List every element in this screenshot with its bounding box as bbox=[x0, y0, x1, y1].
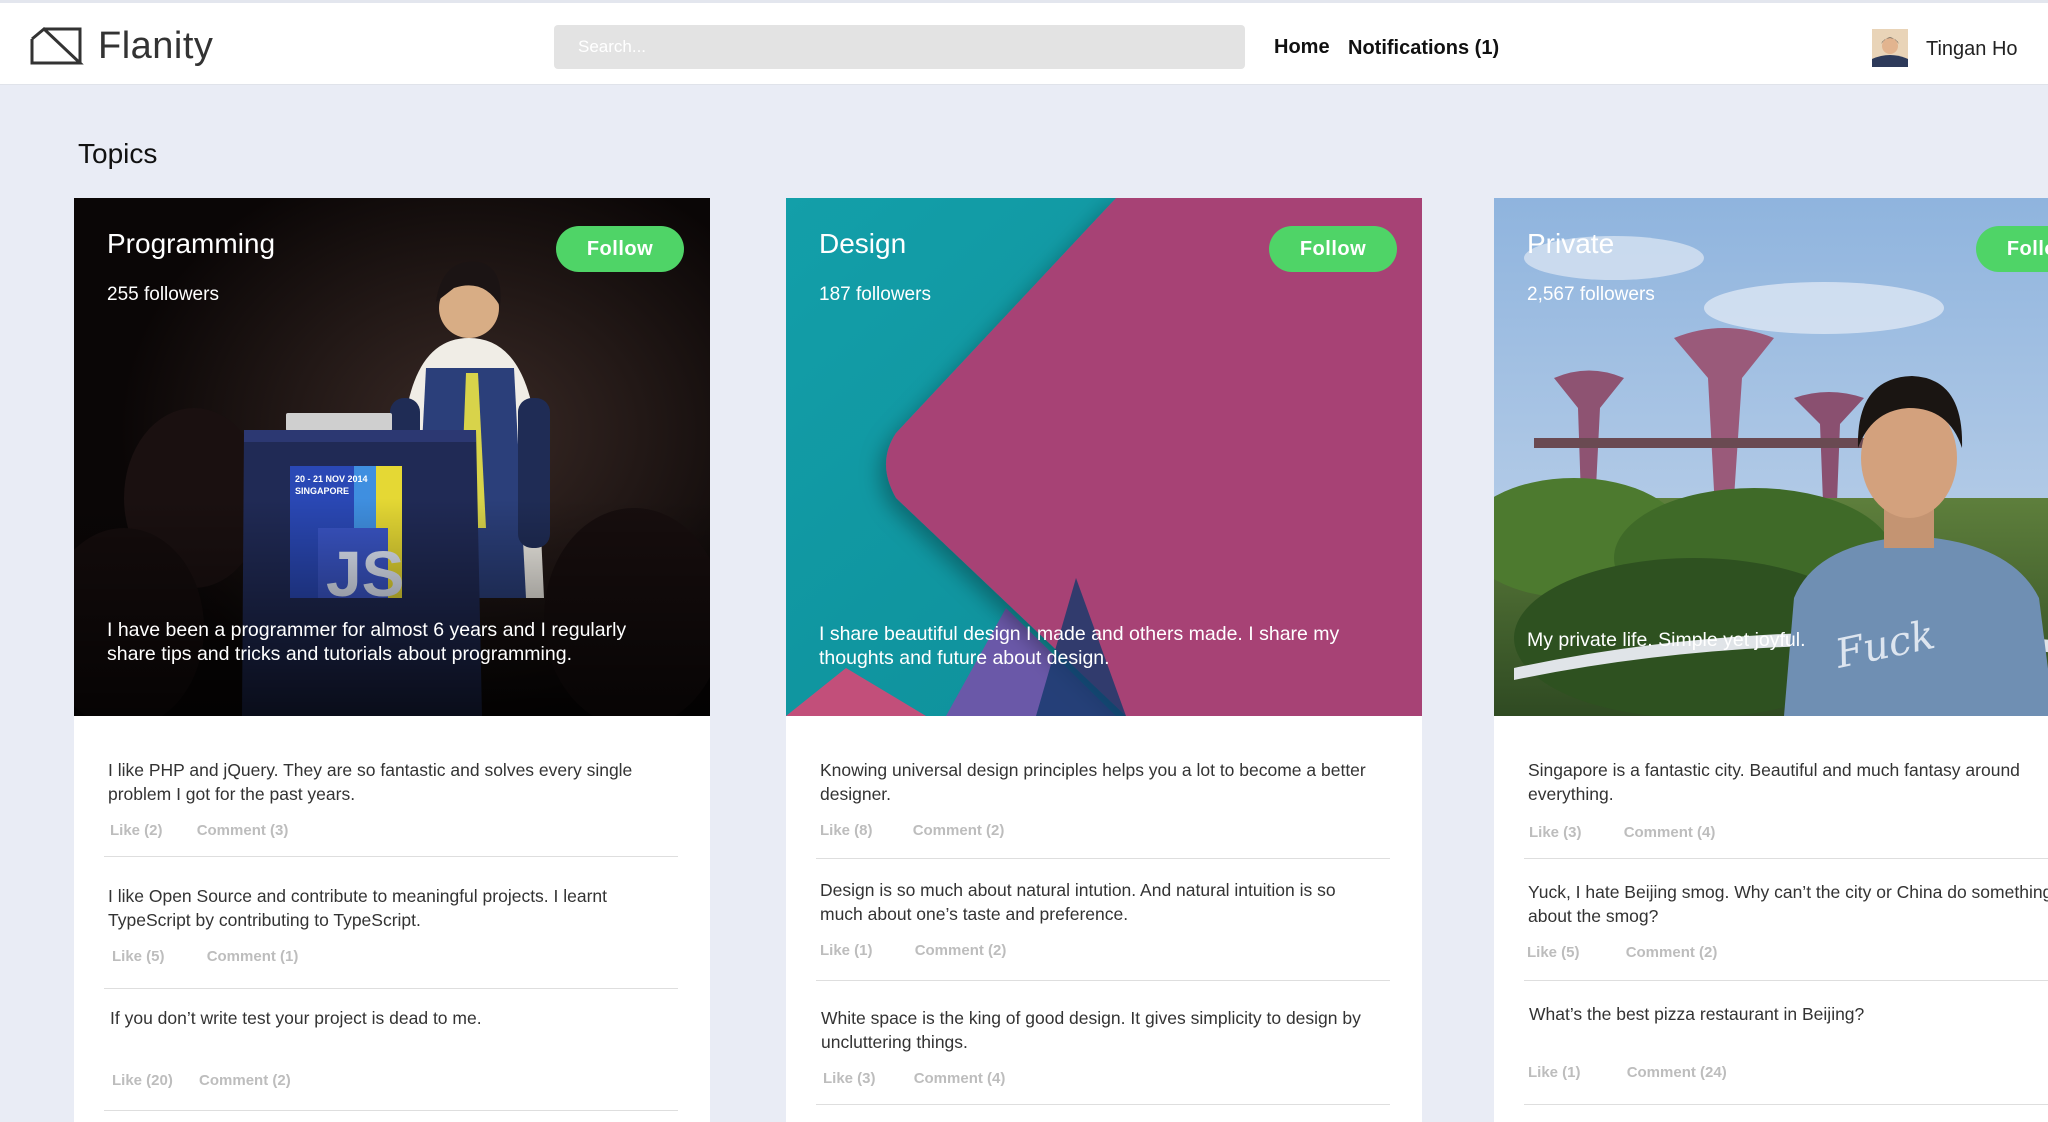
topic-description: I have been a programmer for almost 6 ye… bbox=[107, 619, 627, 665]
like-button[interactable]: Like (3) bbox=[823, 1070, 876, 1087]
flanity-logo-icon[interactable] bbox=[28, 25, 84, 65]
post-divider bbox=[1524, 1104, 2048, 1105]
topic-hero[interactable]: Fuck Private 2,567 followers Follow My p… bbox=[1494, 198, 2048, 716]
follow-button[interactable]: Follow bbox=[556, 226, 684, 272]
comment-button[interactable]: Comment (2) bbox=[199, 1072, 291, 1089]
topic-card-private: Fuck Private 2,567 followers Follow My p… bbox=[1494, 198, 2048, 1122]
nav-notifications-link[interactable]: Notifications (1) bbox=[1348, 37, 1499, 60]
page-title: Topics bbox=[78, 138, 158, 169]
post-actions: Like (5) Comment (2) bbox=[1527, 944, 1717, 961]
comment-button[interactable]: Comment (3) bbox=[197, 822, 289, 839]
like-button[interactable]: Like (5) bbox=[1527, 944, 1580, 961]
post-text: Singapore is a fantastic city. Beautiful… bbox=[1528, 760, 2020, 804]
like-button[interactable]: Like (2) bbox=[110, 822, 163, 839]
post-actions: Like (1) Comment (24) bbox=[1528, 1064, 1727, 1081]
nav-home-link[interactable]: Home bbox=[1274, 36, 1330, 59]
topic-hero[interactable]: Design 187 followers Follow I share beau… bbox=[786, 198, 1422, 716]
post-actions: Like (1) Comment (2) bbox=[820, 942, 1006, 959]
follow-button[interactable]: Follow bbox=[1269, 226, 1397, 272]
post-divider bbox=[816, 980, 1390, 981]
post-divider bbox=[1524, 980, 2048, 981]
post-text: Design is so much about natural intution… bbox=[820, 880, 1336, 924]
comment-button[interactable]: Comment (2) bbox=[1626, 944, 1718, 961]
post-text: Knowing universal design principles help… bbox=[820, 760, 1366, 804]
post-divider bbox=[104, 856, 678, 857]
post-actions: Like (3) Comment (4) bbox=[1529, 824, 1715, 841]
topic-title[interactable]: Design bbox=[819, 228, 906, 260]
user-name[interactable]: Tingan Ho bbox=[1926, 38, 2018, 61]
comment-button[interactable]: Comment (2) bbox=[913, 822, 1005, 839]
comment-button[interactable]: Comment (4) bbox=[914, 1070, 1006, 1087]
post-text: What’s the best pizza restaurant in Beij… bbox=[1529, 1004, 1865, 1024]
topic-hero[interactable]: 20 - 21 NOV 2014 SINGAPORE JS Programmin… bbox=[74, 198, 710, 716]
post-actions: Like (5) Comment (1) bbox=[112, 948, 298, 965]
post-actions: Like (8) Comment (2) bbox=[820, 822, 1004, 839]
like-button[interactable]: Like (1) bbox=[820, 942, 873, 959]
comment-button[interactable]: Comment (4) bbox=[1624, 824, 1716, 841]
top-bar: Flanity Home Notifications (1) Tingan Ho bbox=[0, 0, 2048, 85]
svg-text:SINGAPORE: SINGAPORE bbox=[295, 486, 349, 496]
like-button[interactable]: Like (8) bbox=[820, 822, 873, 839]
topic-description: My private life. Simple yet joyful. bbox=[1527, 629, 1806, 651]
like-button[interactable]: Like (3) bbox=[1529, 824, 1582, 841]
topic-title[interactable]: Programming bbox=[107, 228, 275, 260]
follow-button[interactable]: Follow bbox=[1976, 226, 2048, 272]
post-text: If you don’t write test your project is … bbox=[110, 1008, 482, 1028]
post-text: Yuck, I hate Beijing smog. Why can’t the… bbox=[1528, 882, 2048, 926]
search-input[interactable] bbox=[554, 25, 1245, 69]
topic-card-design: Design 187 followers Follow I share beau… bbox=[786, 198, 1422, 1122]
topic-title[interactable]: Private bbox=[1527, 228, 1614, 260]
comment-button[interactable]: Comment (1) bbox=[207, 948, 299, 965]
svg-text:20 - 21 NOV 2014: 20 - 21 NOV 2014 bbox=[295, 474, 368, 484]
like-button[interactable]: Like (1) bbox=[1528, 1064, 1581, 1081]
post-divider bbox=[104, 988, 678, 989]
post-text: I like Open Source and contribute to mea… bbox=[108, 886, 608, 930]
post-text: White space is the king of good design. … bbox=[821, 1008, 1361, 1052]
post-actions: Like (2) Comment (3) bbox=[110, 822, 288, 839]
post-actions: Like (3) Comment (4) bbox=[823, 1070, 1005, 1087]
topic-description: I share beautiful design I made and othe… bbox=[819, 623, 1340, 669]
topic-followers: 187 followers bbox=[819, 284, 931, 305]
post-divider bbox=[1524, 858, 2048, 859]
topic-followers: 2,567 followers bbox=[1527, 284, 1655, 305]
comment-button[interactable]: Comment (2) bbox=[915, 942, 1007, 959]
brand-name[interactable]: Flanity bbox=[98, 25, 213, 68]
topic-followers: 255 followers bbox=[107, 284, 219, 305]
user-avatar[interactable] bbox=[1872, 29, 1908, 67]
like-button[interactable]: Like (20) bbox=[112, 1072, 173, 1089]
post-actions: Like (20) Comment (2) bbox=[112, 1072, 291, 1089]
post-divider bbox=[816, 1104, 1390, 1105]
comment-button[interactable]: Comment (24) bbox=[1627, 1064, 1727, 1081]
post-divider bbox=[104, 1110, 678, 1111]
post-divider bbox=[816, 858, 1390, 859]
topic-card-programming: 20 - 21 NOV 2014 SINGAPORE JS Programmin… bbox=[74, 198, 710, 1122]
like-button[interactable]: Like (5) bbox=[112, 948, 165, 965]
post-text: I like PHP and jQuery. They are so fanta… bbox=[108, 760, 633, 804]
